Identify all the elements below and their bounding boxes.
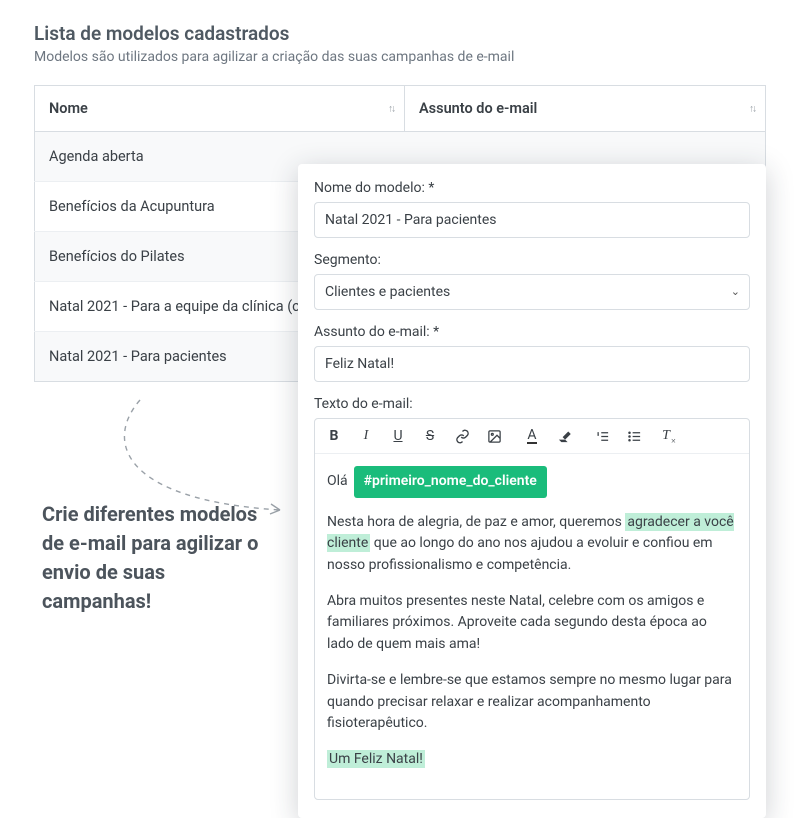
rich-text-editor: B I U S A T× — [314, 418, 750, 800]
unordered-list-icon[interactable] — [625, 427, 643, 445]
underline-icon[interactable]: U — [389, 427, 407, 445]
segment-select[interactable]: Clientes e pacientes — [314, 274, 750, 310]
label-model-name: Nome do modelo: * — [314, 180, 750, 196]
sort-icon[interactable]: ↑↓ — [749, 103, 755, 114]
image-icon[interactable] — [485, 427, 503, 445]
body-text: que ao longo do ano nos ajudou a evoluir… — [327, 535, 713, 573]
label-segment: Segmento: — [314, 252, 750, 268]
text-color-icon[interactable]: A — [523, 427, 541, 445]
callout-text: Crie diferentes modelos de e-mail para a… — [42, 500, 272, 616]
ordered-list-icon[interactable] — [593, 427, 611, 445]
column-header-name[interactable]: Nome ↑↓ — [35, 86, 405, 132]
model-name-input[interactable] — [314, 202, 750, 238]
clear-format-icon[interactable]: T× — [657, 427, 675, 445]
body-paragraph: Abra muitos presentes neste Natal, celeb… — [327, 591, 737, 656]
merge-tag[interactable]: #primeiro_nome_do_cliente — [354, 466, 547, 498]
greeting-text: Olá — [327, 471, 348, 493]
highlight-icon[interactable] — [555, 427, 573, 445]
strikethrough-icon[interactable]: S — [421, 427, 439, 445]
editor-panel: Nome do modelo: * Segmento: Clientes e p… — [298, 164, 766, 818]
body-paragraph: Divirta-se e lembre-se que estamos sempr… — [327, 670, 737, 735]
body-paragraph: Um Feliz Natal! — [327, 749, 737, 771]
label-subject: Assunto do e-mail: * — [314, 324, 750, 340]
label-body: Texto do e-mail: — [314, 396, 750, 412]
bold-icon[interactable]: B — [325, 427, 343, 445]
highlighted-text: Um Feliz Natal! — [327, 750, 425, 768]
editor-toolbar: B I U S A T× — [315, 419, 749, 454]
column-header-subject[interactable]: Assunto do e-mail ↑↓ — [405, 86, 766, 132]
column-header-name-label: Nome — [49, 100, 88, 117]
body-paragraph: Nesta hora de alegria, de paz e amor, qu… — [327, 512, 737, 577]
link-icon[interactable] — [453, 427, 471, 445]
editor-content[interactable]: Olá #primeiro_nome_do_cliente Nesta hora… — [315, 454, 749, 799]
page-subtitle: Modelos são utilizados para agilizar a c… — [34, 49, 766, 65]
column-header-subject-label: Assunto do e-mail — [419, 100, 537, 117]
subject-input[interactable] — [314, 346, 750, 382]
italic-icon[interactable]: I — [357, 427, 375, 445]
body-text: Nesta hora de alegria, de paz e amor, qu… — [327, 514, 625, 530]
page-title: Lista de modelos cadastrados — [34, 22, 766, 45]
sort-icon[interactable]: ↑↓ — [388, 103, 394, 114]
